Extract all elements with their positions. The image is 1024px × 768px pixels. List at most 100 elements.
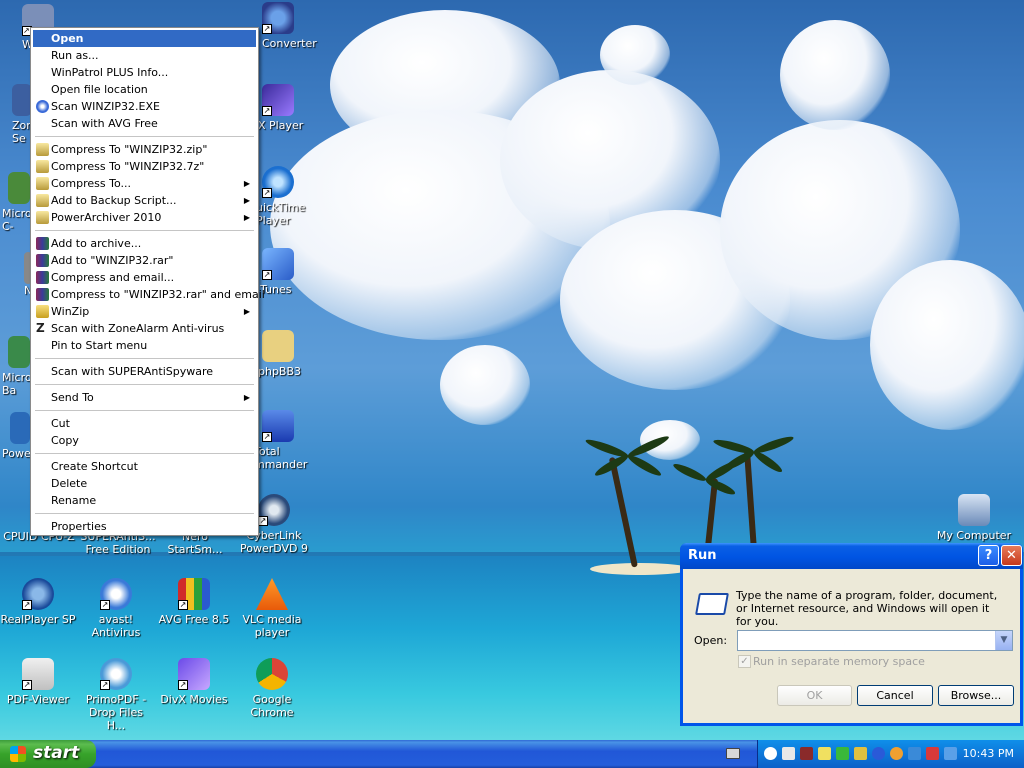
- menu-item-cut[interactable]: Cut: [33, 415, 256, 432]
- desktop-icon-microsoft-c[interactable]: Micros C-: [0, 172, 32, 233]
- tray-icon-update[interactable]: [944, 747, 957, 760]
- palm-frond: [751, 448, 785, 475]
- menu-item-compress-zip[interactable]: Compress To "WINZIP32.zip": [33, 141, 256, 158]
- desktop-icon-avg[interactable]: ↗ AVG Free 8.5: [156, 578, 232, 626]
- tray-icon-network[interactable]: [782, 747, 795, 760]
- desktop-icon-avast[interactable]: ↗ avast! Antivirus: [78, 578, 154, 639]
- desktop-icon-divx-movies[interactable]: ↗ DivX Movies: [156, 658, 232, 706]
- menu-item-create-shortcut[interactable]: Create Shortcut: [33, 458, 256, 475]
- menu-item-open[interactable]: Open: [33, 30, 256, 47]
- chevron-down-icon[interactable]: ▼: [995, 631, 1012, 650]
- windows-logo-icon: [10, 746, 26, 762]
- start-label: start: [33, 743, 80, 763]
- desktop-icon-microsoft-ba[interactable]: Micros Ba: [0, 336, 32, 397]
- primopdf-icon: ↗: [100, 658, 132, 690]
- menu-item-run-as[interactable]: Run as...: [33, 47, 256, 64]
- desktop-icon-primopdf[interactable]: ↗ PrimoPDF - Drop Files H...: [78, 658, 154, 732]
- submenu-arrow-icon: ▶: [243, 196, 250, 205]
- help-button[interactable]: ?: [978, 545, 999, 566]
- palm-frond: [671, 461, 708, 484]
- desktop-icon-chrome[interactable]: Google Chrome: [234, 658, 310, 719]
- menu-item-compress-email[interactable]: Compress and email...: [33, 269, 256, 286]
- system-tray: 10:43 PM: [757, 740, 1024, 768]
- winrar-icon: [36, 288, 49, 301]
- menu-item-scan-zonealarm[interactable]: Z Scan with ZoneAlarm Anti-virus: [33, 320, 256, 337]
- sand-island: [590, 563, 690, 575]
- ok-button[interactable]: OK: [777, 685, 852, 706]
- menu-item-send-to[interactable]: Send To ▶: [33, 389, 256, 406]
- divx-player-icon: ↗: [262, 84, 294, 116]
- vlc-cone-icon: [256, 578, 288, 610]
- winrar-icon: [36, 237, 49, 250]
- tray-icon-monitor[interactable]: [854, 747, 867, 760]
- avg-icon: ↗: [178, 578, 210, 610]
- realplayer-icon: ↗: [22, 578, 54, 610]
- cloud: [780, 20, 890, 130]
- cloud: [600, 25, 670, 85]
- itunes-icon: ↗: [262, 248, 294, 280]
- memory-space-checkbox[interactable]: ✓: [738, 655, 751, 668]
- desktop-icon-n[interactable]: N: [0, 252, 32, 297]
- menu-item-compress-7z[interactable]: Compress To "WINZIP32.7z": [33, 158, 256, 175]
- microsoft-ba-icon: [8, 336, 30, 368]
- menu-item-properties[interactable]: Properties: [33, 518, 256, 535]
- menu-item-pin-start[interactable]: Pin to Start menu: [33, 337, 256, 354]
- close-button[interactable]: ✕: [1001, 545, 1022, 566]
- menu-item-compress-rar-email[interactable]: Compress to "WINZIP32.rar" and email: [33, 286, 265, 303]
- keyboard-icon[interactable]: [726, 748, 740, 759]
- tray-icon-avast[interactable]: [890, 747, 903, 760]
- cloud: [440, 345, 530, 425]
- microsoft-c-icon: [8, 172, 30, 204]
- run-dialog-titlebar[interactable]: Run ? ✕: [680, 543, 1023, 569]
- desktop-icon-zonealarm[interactable]: Zon Se: [0, 84, 32, 145]
- palm-trunk: [608, 456, 638, 568]
- tray-icon-info[interactable]: [872, 747, 885, 760]
- start-button[interactable]: start: [0, 740, 96, 768]
- tray-icon-shield[interactable]: [908, 747, 921, 760]
- menu-item-winzip[interactable]: WinZip ▶: [33, 303, 256, 320]
- submenu-arrow-icon: ▶: [243, 213, 250, 222]
- menu-item-open-file-location[interactable]: Open file location: [33, 81, 256, 98]
- run-program-icon: [695, 593, 729, 615]
- palm-frond: [704, 476, 737, 498]
- tray-icon-speaker[interactable]: [818, 747, 831, 760]
- tray-icon-security[interactable]: [926, 747, 939, 760]
- archive-icon: [36, 177, 49, 190]
- cancel-button[interactable]: Cancel: [857, 685, 933, 706]
- tray-icon-zonealarm[interactable]: [764, 747, 777, 760]
- desktop-icon-vlc[interactable]: VLC media player: [234, 578, 310, 639]
- menu-item-add-to-archive[interactable]: Add to archive...: [33, 235, 256, 252]
- menu-item-copy[interactable]: Copy: [33, 432, 256, 449]
- run-dialog: Run ? ✕ Type the name of a program, fold…: [680, 543, 1023, 726]
- tray-icon-usb[interactable]: [836, 747, 849, 760]
- menu-item-scan-winzip32[interactable]: Scan WINZIP32.EXE: [33, 98, 256, 115]
- open-combobox[interactable]: ▼: [737, 630, 1013, 651]
- menu-item-add-backup-script[interactable]: Add to Backup Script... ▶: [33, 192, 256, 209]
- converter-icon: ↗: [262, 2, 294, 34]
- menu-separator: [35, 136, 254, 137]
- menu-separator: [35, 410, 254, 411]
- menu-item-compress-to[interactable]: Compress To... ▶: [33, 175, 256, 192]
- run-dialog-title: Run: [688, 548, 717, 563]
- floppy-icon: ↗: [262, 410, 294, 442]
- menu-item-delete[interactable]: Delete: [33, 475, 256, 492]
- desktop-icon-realplayer[interactable]: ↗ RealPlayer SP: [0, 578, 76, 626]
- folder-icon: [262, 330, 294, 362]
- menu-item-scan-superantispyware[interactable]: Scan with SUPERAntiSpyware: [33, 363, 256, 380]
- menu-item-winpatrol-info[interactable]: WinPatrol PLUS Info...: [33, 64, 256, 81]
- desktop-icon-power[interactable]: Powe: [0, 412, 32, 460]
- tray-icon-winpatrol[interactable]: [800, 747, 813, 760]
- taskbar-clock[interactable]: 10:43 PM: [963, 740, 1014, 768]
- menu-item-rename[interactable]: Rename: [33, 492, 256, 509]
- cloud: [640, 420, 700, 460]
- menu-item-scan-avg[interactable]: Scan with AVG Free: [33, 115, 256, 132]
- archive-icon: [36, 194, 49, 207]
- pdf-icon: ↗: [22, 658, 54, 690]
- archive-icon: [36, 211, 49, 224]
- desktop-icon-my-computer[interactable]: My Computer: [936, 494, 1012, 542]
- menu-separator: [35, 230, 254, 231]
- browse-button[interactable]: Browse...: [938, 685, 1014, 706]
- menu-item-powerarchiver[interactable]: PowerArchiver 2010 ▶: [33, 209, 256, 226]
- desktop-icon-pdf-viewer[interactable]: ↗ PDF-Viewer: [0, 658, 76, 706]
- menu-item-add-to-rar[interactable]: Add to "WINZIP32.rar": [33, 252, 256, 269]
